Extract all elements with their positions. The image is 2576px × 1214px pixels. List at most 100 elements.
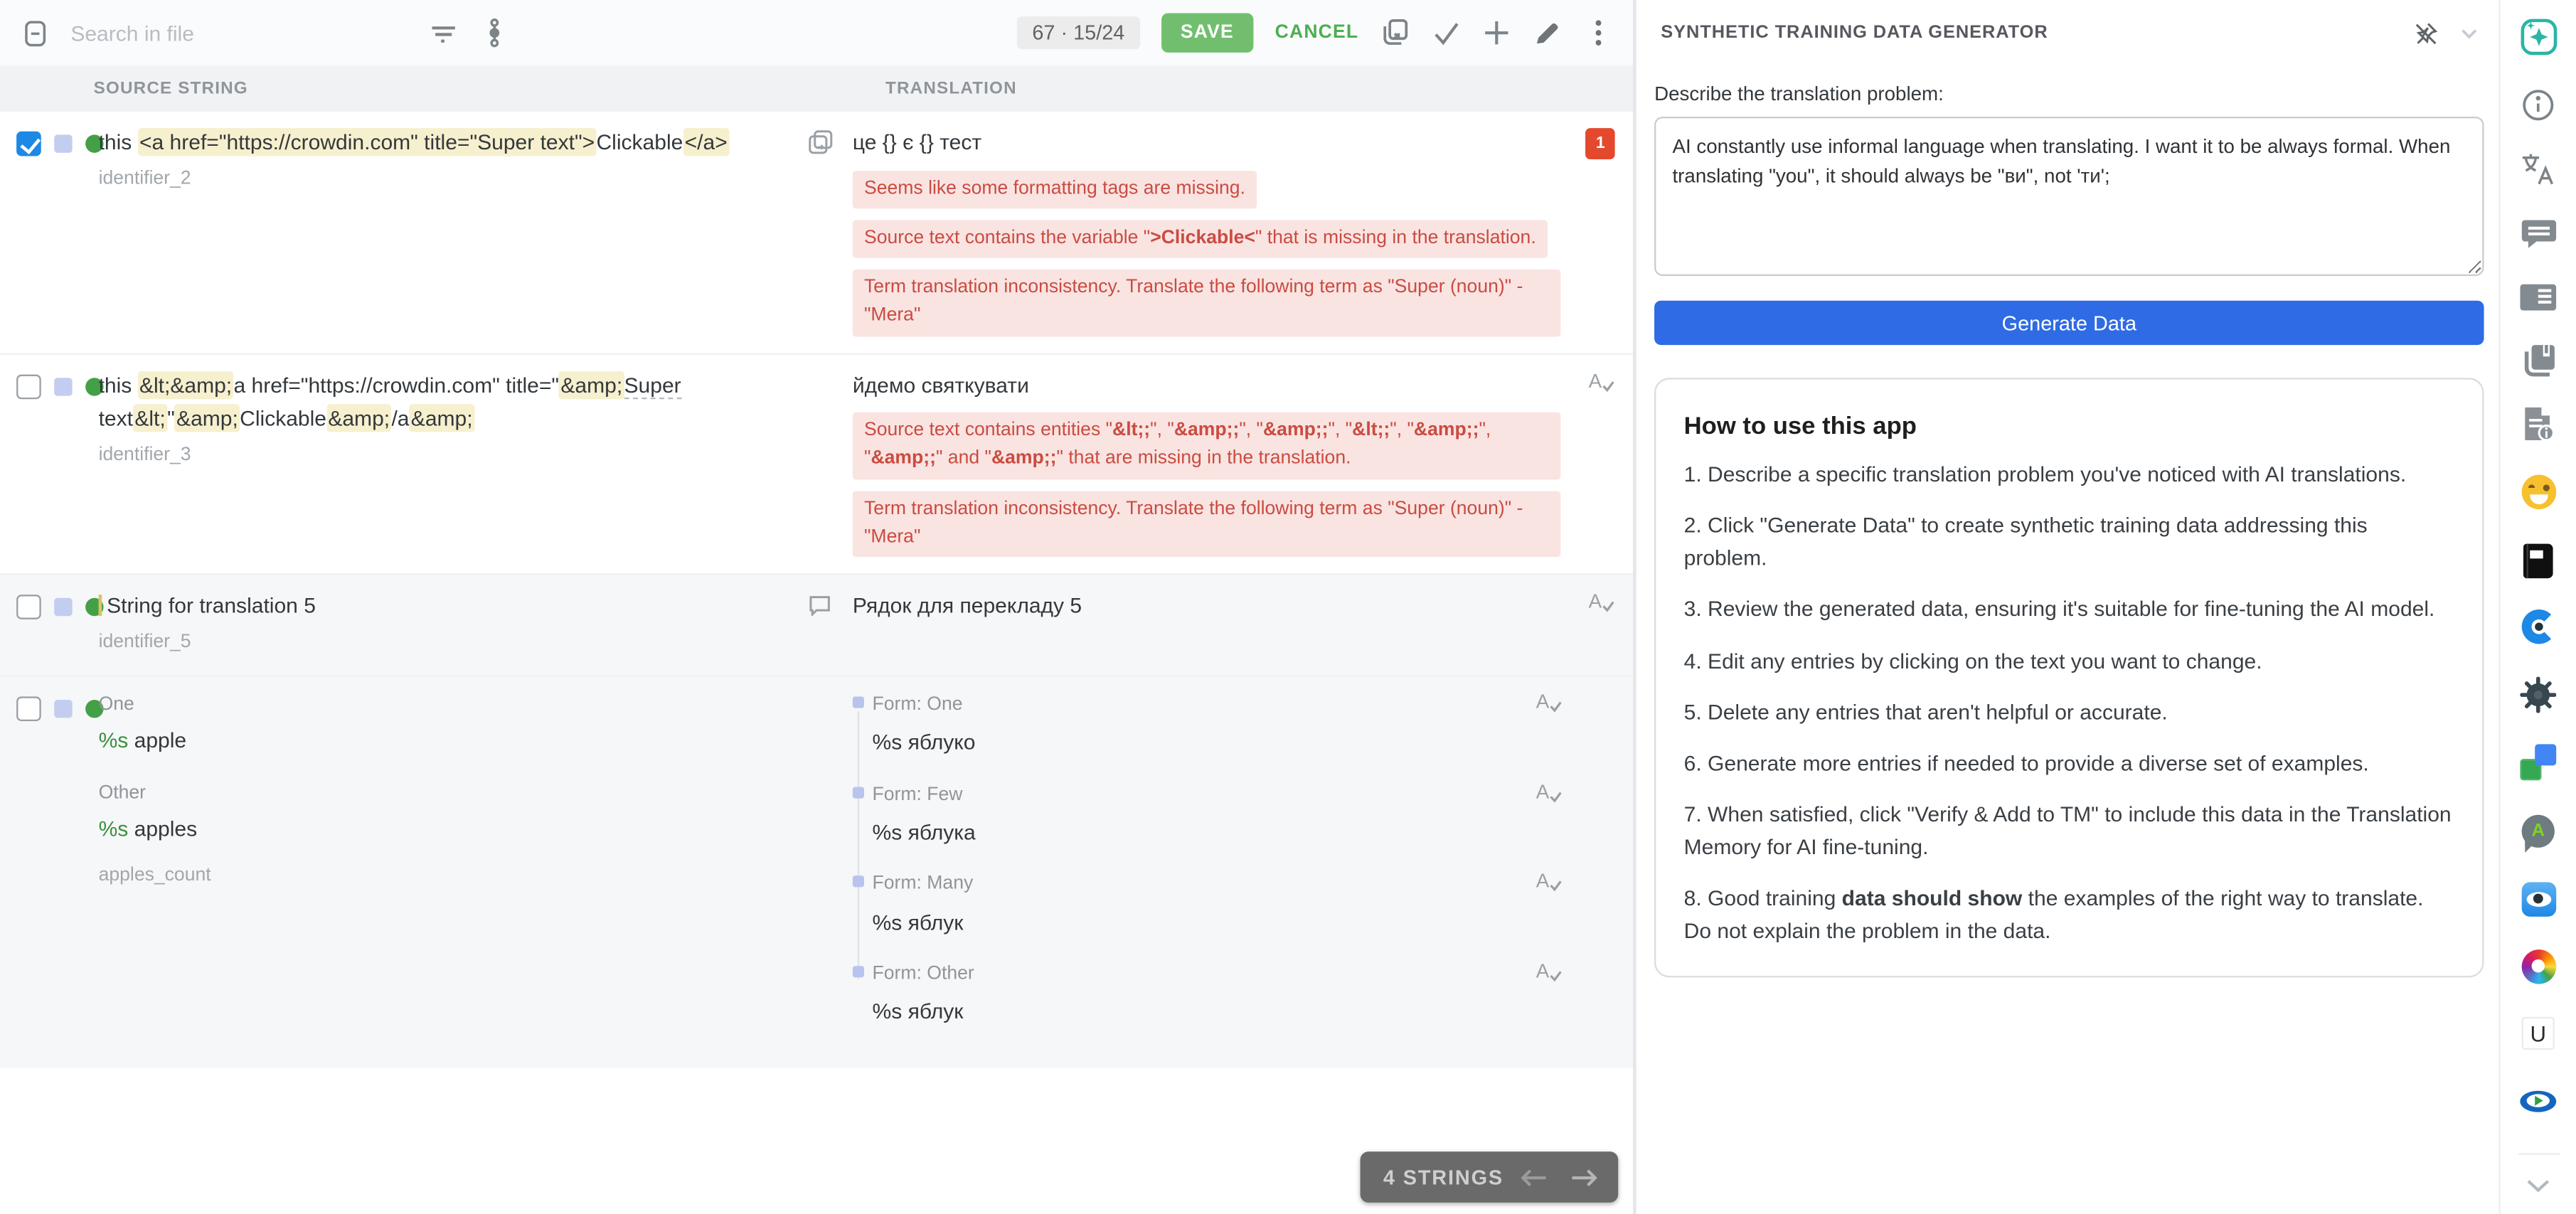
approve-icon[interactable] — [1431, 18, 1461, 48]
howto-step: 2. Click "Generate Data" to create synth… — [1684, 509, 2454, 575]
row-checkbox[interactable] — [16, 595, 41, 619]
translate-apps-icon[interactable] — [2518, 742, 2558, 782]
columns-header: SOURCE STRING TRANSLATION — [0, 65, 1633, 112]
howto-step: 5. Delete any entries that aren't helpfu… — [1684, 696, 2454, 730]
qa-error-message: Seems like some formatting tags are miss… — [853, 170, 1257, 208]
howto-card: How to use this app 1. Describe a specif… — [1654, 378, 2484, 976]
source-cell: this <a href="https://crowdin.com" title… — [99, 112, 797, 212]
app-panel-header: SYNTHETIC TRAINING DATA GENERATOR — [1639, 0, 2498, 65]
previous-page-arrow-icon[interactable] — [1520, 1167, 1548, 1187]
row-checkbox[interactable] — [16, 132, 41, 156]
translated-status-indicator — [54, 377, 72, 395]
duplicate-icon[interactable] — [807, 129, 832, 162]
problem-textarea[interactable]: AI constantly use informal language when… — [1654, 117, 2484, 276]
machine-translation-icon[interactable] — [2518, 149, 2558, 188]
row-checkbox[interactable] — [16, 696, 41, 721]
plural-translations: Form: One %s яблуко A Form: Few %s яблук… — [853, 691, 1561, 1028]
row-controls — [0, 354, 99, 398]
collapse-sidebar-icon[interactable] — [20, 18, 50, 48]
qa-error-message: Source text contains the variable ">Clic… — [853, 220, 1548, 258]
app-panel-body: Describe the translation problem: AI con… — [1639, 65, 2498, 976]
strings-order-icon[interactable] — [479, 18, 509, 48]
filter-icon[interactable] — [429, 18, 459, 48]
apps-sidebar: A U — [2498, 0, 2576, 1214]
source-text: this &lt;&amp;a href="https://crowdin.co… — [99, 369, 790, 435]
plural-form-label: Other — [99, 780, 790, 809]
text-caret — [99, 595, 102, 616]
howto-step: 4. Edit any entries by clicking on the t… — [1684, 645, 2454, 678]
u-letter-app-icon[interactable]: U — [2518, 1013, 2558, 1053]
add-string-icon[interactable] — [1482, 18, 1512, 48]
string-identifier: identifier_3 — [99, 442, 790, 471]
preview-eye-app-icon[interactable] — [2518, 1081, 2558, 1120]
next-page-arrow-icon[interactable] — [1570, 1167, 1598, 1187]
source-cell: this &lt;&amp;a href="https://crowdin.co… — [99, 354, 797, 487]
form-label: Form: One — [873, 691, 1561, 720]
translation-cell: це {} є {} тест 1 Seems like some format… — [843, 112, 1633, 352]
editor-toolbar: 67 · 15/24 SAVE CANCEL — [0, 0, 1633, 65]
string-counter-badge: 67 · 15/24 — [1018, 16, 1140, 49]
info-icon[interactable] — [2518, 85, 2558, 124]
form-translation: %s яблук — [873, 996, 1561, 1028]
row-checkbox[interactable] — [16, 374, 41, 399]
color-wheel-app-icon[interactable] — [2518, 947, 2558, 986]
comment-bubble-icon[interactable] — [808, 593, 831, 624]
cancel-button[interactable]: CANCEL — [1275, 23, 1359, 43]
source-text: %s apple — [99, 724, 790, 757]
emoji-app-icon[interactable] — [2518, 472, 2558, 511]
crowdin-editor-window: 67 · 15/24 SAVE CANCEL SOURCE STRING TRA… — [0, 0, 2576, 1214]
proofread-icon[interactable]: A — [1536, 871, 1563, 893]
translated-status-indicator — [54, 598, 72, 616]
proofread-icon[interactable]: A — [1536, 962, 1563, 983]
string-identifier: identifier_5 — [99, 629, 790, 659]
chat-translator-icon[interactable]: A — [2518, 811, 2558, 851]
qa-issues-badge[interactable]: 1 — [1586, 128, 1615, 159]
unpin-icon[interactable] — [2413, 21, 2438, 46]
row-icons — [797, 354, 843, 372]
row-icons — [797, 112, 843, 163]
translation-memory-icon[interactable] — [2518, 277, 2558, 316]
gauge-app-icon[interactable] — [2518, 606, 2558, 645]
dictionary-app-icon[interactable] — [2518, 541, 2558, 580]
proofread-icon[interactable]: A — [1589, 371, 1615, 392]
qa-error-message: Term translation inconsistency. Translat… — [853, 491, 1561, 558]
more-options-icon[interactable] — [1584, 18, 1614, 48]
howto-step: 3. Review the generated data, ensuring i… — [1684, 594, 2454, 627]
sidebar-divider — [2518, 1154, 2560, 1155]
plural-form[interactable]: Form: Many %s яблук A — [873, 871, 1561, 938]
plural-form[interactable]: Form: Other %s яблук A — [873, 962, 1561, 1028]
string-row-2[interactable]: this &lt;&amp;a href="https://crowdin.co… — [0, 354, 1633, 575]
problem-label: Describe the translation problem: — [1654, 82, 2484, 105]
plural-form[interactable]: Form: Few %s яблука A — [873, 782, 1561, 848]
ai-data-generator-icon[interactable] — [2518, 16, 2558, 55]
edit-pencil-icon[interactable] — [1533, 18, 1563, 48]
copy-source-icon[interactable] — [1380, 18, 1410, 48]
panel-chevron-down-icon[interactable] — [2461, 27, 2477, 38]
form-label: Form: Other — [873, 962, 1561, 990]
proofread-icon[interactable]: A — [1536, 782, 1563, 803]
sidebar-chevron-down-icon[interactable] — [2518, 1166, 2558, 1205]
form-bullet — [853, 787, 864, 798]
eye-viewer-app-icon[interactable] — [2518, 879, 2558, 918]
string-row-3[interactable]: String for translation 5 identifier_5 Ря… — [0, 575, 1633, 676]
string-row-4[interactable]: One %s apple Other %s apples apples_coun… — [0, 677, 1633, 1068]
comments-icon[interactable] — [2518, 213, 2558, 252]
plural-form[interactable]: Form: One %s яблуко A — [873, 691, 1561, 758]
proofread-icon[interactable]: A — [1536, 691, 1563, 713]
translated-status-indicator — [54, 700, 72, 718]
translation-column-header: TRANSLATION — [885, 79, 1017, 99]
editor-panel: 67 · 15/24 SAVE CANCEL SOURCE STRING TRA… — [0, 0, 1636, 1214]
file-context-icon[interactable] — [2518, 404, 2558, 443]
save-button[interactable]: SAVE — [1161, 13, 1253, 52]
source-cell: One %s apple Other %s apples apples_coun… — [99, 677, 797, 908]
search-input[interactable] — [70, 21, 358, 46]
generate-data-button[interactable]: Generate Data — [1654, 301, 2484, 345]
string-row-1[interactable]: this <a href="https://crowdin.com" title… — [0, 112, 1633, 354]
howto-step: 8. Good training data should show the ex… — [1684, 883, 2454, 949]
proofread-icon[interactable]: A — [1589, 592, 1615, 613]
settings-gear-icon[interactable] — [2518, 675, 2558, 714]
row-controls — [0, 112, 99, 156]
glossary-icon[interactable] — [2518, 340, 2558, 379]
strings-count-label: 4 STRINGS — [1383, 1166, 1503, 1188]
plural-form-label: One — [99, 691, 790, 720]
